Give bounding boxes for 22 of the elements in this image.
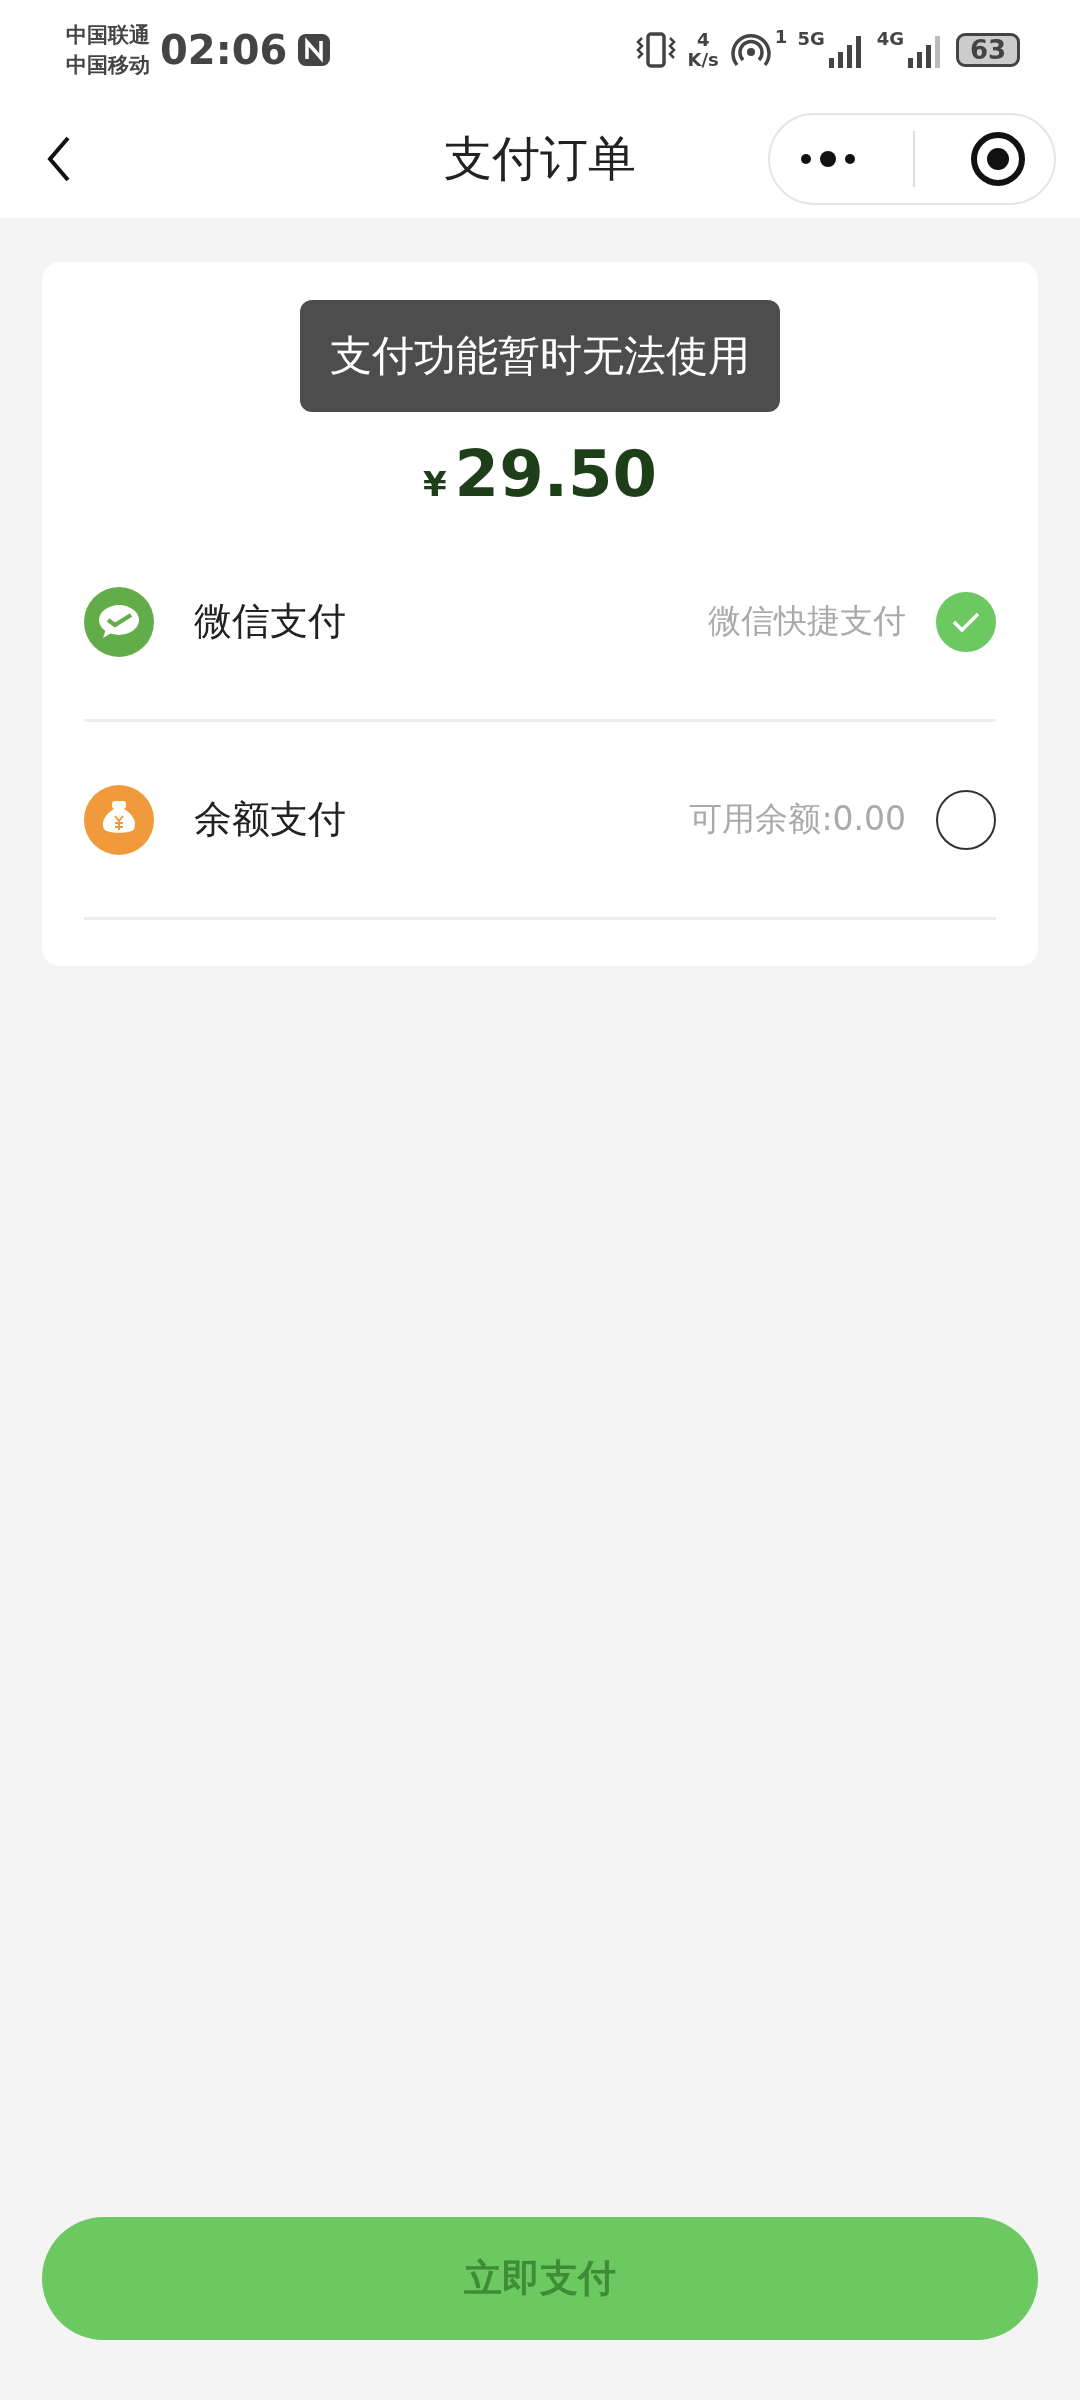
payment-method-note: 可用余额:0.00 [689, 798, 906, 840]
clock-time: 02:06 [160, 27, 288, 73]
carrier-name: 中国联通 [66, 22, 150, 49]
radio-button[interactable] [936, 789, 996, 850]
page-title: 支付订单 [444, 129, 636, 188]
payment-option[interactable]: 微信支付 微信快捷支付 [84, 524, 996, 722]
money-bag-icon [84, 784, 154, 855]
order-amount: ¥29.50 [422, 436, 658, 513]
toast-message: 支付功能暂时无法使用 [300, 300, 780, 412]
hotspot-count: 1 [774, 26, 788, 47]
speed-value: 4 [696, 30, 710, 50]
network-label: 4G [876, 28, 904, 49]
network-label: 5G [797, 28, 825, 49]
nfc-icon [297, 33, 332, 67]
payment-method-note: 微信快捷支付 [708, 600, 906, 642]
battery-indicator: 63 [956, 33, 1020, 67]
carrier-name: 中国移动 [66, 52, 150, 79]
chat-bubble-icon [84, 586, 154, 657]
speed-unit: K/s [687, 50, 719, 70]
payment-method-label: 余额支付 [194, 796, 346, 843]
payment-option[interactable]: 余额支付 可用余额:0.00 [84, 722, 996, 920]
payment-method-label: 微信支付 [194, 598, 346, 645]
